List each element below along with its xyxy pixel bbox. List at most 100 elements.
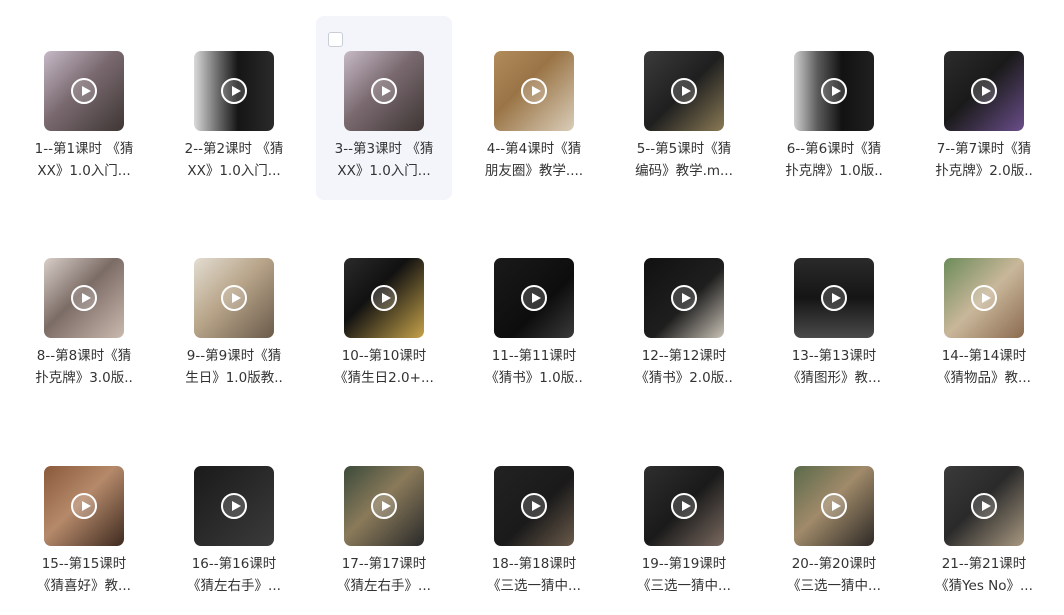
video-thumbnail[interactable] (44, 51, 124, 131)
file-item[interactable]: 15--第15课时 《猜喜好》教... (16, 431, 152, 615)
file-name: 12--第12课时 《猜书》2.0版.. (618, 345, 750, 389)
file-name-line1: 9--第9课时《猜 (186, 348, 282, 364)
file-name-line1: 14--第14课时 (941, 348, 1027, 364)
file-item[interactable]: 13--第13课时 《猜图形》教... (766, 223, 902, 407)
file-name-line1: 10--第10课时 (341, 348, 427, 364)
play-icon[interactable] (521, 285, 547, 311)
video-thumbnail[interactable] (794, 466, 874, 546)
file-grid: 1--第1课时 《猜 XX》1.0入门... 2--第2课时 《猜 XX》1.0入门.… (0, 0, 1064, 613)
play-icon[interactable] (221, 78, 247, 104)
file-item[interactable]: 16--第16课时 《猜左右手》... (166, 431, 302, 615)
file-item[interactable]: 4--第4课时《猜 朋友圈》教学.... (466, 16, 602, 200)
file-name-line1: 4--第4课时《猜 (486, 141, 582, 157)
play-icon[interactable] (71, 285, 97, 311)
play-icon[interactable] (221, 285, 247, 311)
play-icon[interactable] (821, 285, 847, 311)
play-icon[interactable] (371, 285, 397, 311)
video-thumbnail[interactable] (44, 466, 124, 546)
file-item[interactable]: 8--第8课时《猜 扑克牌》3.0版.. (16, 223, 152, 407)
file-item[interactable]: 11--第11课时 《猜书》1.0版.. (466, 223, 602, 407)
video-thumbnail[interactable] (644, 466, 724, 546)
play-icon[interactable] (371, 493, 397, 519)
file-item[interactable]: 1--第1课时 《猜 XX》1.0入门... (16, 16, 152, 200)
video-thumbnail[interactable] (194, 466, 274, 546)
play-icon[interactable] (821, 493, 847, 519)
video-thumbnail[interactable] (944, 258, 1024, 338)
file-item[interactable]: 2--第2课时 《猜 XX》1.0入门... (166, 16, 302, 200)
file-name: 7--第7课时《猜 扑克牌》2.0版.. (918, 138, 1050, 182)
video-thumbnail[interactable] (794, 258, 874, 338)
file-name: 14--第14课时 《猜物品》教... (918, 345, 1050, 389)
file-name-line1: 6--第6课时《猜 (786, 141, 882, 157)
play-icon[interactable] (671, 78, 697, 104)
file-name-line2: 《猜喜好》教... (37, 578, 131, 594)
video-thumbnail[interactable] (494, 466, 574, 546)
video-thumbnail[interactable] (644, 258, 724, 338)
file-item[interactable]: 5--第5课时《猜 编码》教学.m... (616, 16, 752, 200)
file-item[interactable]: 14--第14课时 《猜物品》教... (916, 223, 1052, 407)
file-name-line1: 7--第7课时《猜 (936, 141, 1032, 157)
file-name: 18--第18课时 《三选一猜中... (468, 553, 600, 597)
file-name-line1: 8--第8课时《猜 (36, 348, 132, 364)
play-icon[interactable] (221, 493, 247, 519)
file-item[interactable]: 9--第9课时《猜 生日》1.0版教.. (166, 223, 302, 407)
file-name-line2: 扑克牌》3.0版.. (35, 370, 133, 386)
file-name-line2: 《猜Yes No》... (935, 578, 1033, 594)
select-checkbox[interactable] (328, 32, 343, 47)
file-name: 6--第6课时《猜 扑克牌》1.0版.. (768, 138, 900, 182)
video-thumbnail[interactable] (644, 51, 724, 131)
file-item[interactable]: 18--第18课时 《三选一猜中... (466, 431, 602, 615)
file-name: 9--第9课时《猜 生日》1.0版教.. (168, 345, 300, 389)
file-name-line1: 12--第12课时 (641, 348, 727, 364)
file-name-line1: 19--第19课时 (641, 556, 727, 572)
video-thumbnail[interactable] (794, 51, 874, 131)
video-thumbnail[interactable] (194, 51, 274, 131)
file-item[interactable]: 21--第21课时 《猜Yes No》... (916, 431, 1052, 615)
play-icon[interactable] (971, 493, 997, 519)
file-name: 21--第21课时 《猜Yes No》... (918, 553, 1050, 597)
play-icon[interactable] (671, 493, 697, 519)
play-icon[interactable] (521, 493, 547, 519)
file-item[interactable]: 7--第7课时《猜 扑克牌》2.0版.. (916, 16, 1052, 200)
file-name-line2: 《猜生日2.0+... (334, 370, 434, 386)
play-icon[interactable] (521, 78, 547, 104)
file-item[interactable]: 3--第3课时 《猜 XX》1.0入门... (316, 16, 452, 200)
video-thumbnail[interactable] (344, 466, 424, 546)
file-name: 1--第1课时 《猜 XX》1.0入门... (18, 138, 150, 182)
video-thumbnail[interactable] (494, 51, 574, 131)
file-name-line2: 《三选一猜中... (487, 578, 581, 594)
file-item[interactable]: 6--第6课时《猜 扑克牌》1.0版.. (766, 16, 902, 200)
file-item[interactable]: 19--第19课时 《三选一猜中... (616, 431, 752, 615)
play-icon[interactable] (371, 78, 397, 104)
video-thumbnail[interactable] (44, 258, 124, 338)
file-name-line2: 《猜左右手》... (187, 578, 281, 594)
play-icon[interactable] (71, 493, 97, 519)
file-name-line2: XX》1.0入门... (37, 163, 131, 179)
file-name-line2: XX》1.0入门... (337, 163, 431, 179)
play-icon[interactable] (971, 78, 997, 104)
file-item[interactable]: 17--第17课时 《猜左右手》... (316, 431, 452, 615)
file-item[interactable]: 10--第10课时 《猜生日2.0+... (316, 223, 452, 407)
play-icon[interactable] (71, 78, 97, 104)
play-icon[interactable] (821, 78, 847, 104)
video-thumbnail[interactable] (494, 258, 574, 338)
file-item[interactable]: 12--第12课时 《猜书》2.0版.. (616, 223, 752, 407)
file-name: 20--第20课时 《三选一猜中... (768, 553, 900, 597)
play-icon[interactable] (971, 285, 997, 311)
video-thumbnail[interactable] (194, 258, 274, 338)
file-item[interactable]: 20--第20课时 《三选一猜中... (766, 431, 902, 615)
video-thumbnail[interactable] (944, 466, 1024, 546)
file-name-line1: 18--第18课时 (491, 556, 577, 572)
file-name-line1: 11--第11课时 (491, 348, 577, 364)
file-name: 2--第2课时 《猜 XX》1.0入门... (168, 138, 300, 182)
video-thumbnail[interactable] (344, 258, 424, 338)
play-icon[interactable] (671, 285, 697, 311)
file-name-line2: 《猜书》1.0版.. (485, 370, 583, 386)
video-thumbnail[interactable] (344, 51, 424, 131)
file-name-line2: 扑克牌》2.0版.. (935, 163, 1033, 179)
file-name-line2: XX》1.0入门... (187, 163, 281, 179)
file-name-line2: 《猜图形》教... (787, 370, 881, 386)
file-name-line2: 《猜左右手》... (337, 578, 431, 594)
video-thumbnail[interactable] (944, 51, 1024, 131)
file-name-line1: 2--第2课时 《猜 (184, 141, 284, 157)
